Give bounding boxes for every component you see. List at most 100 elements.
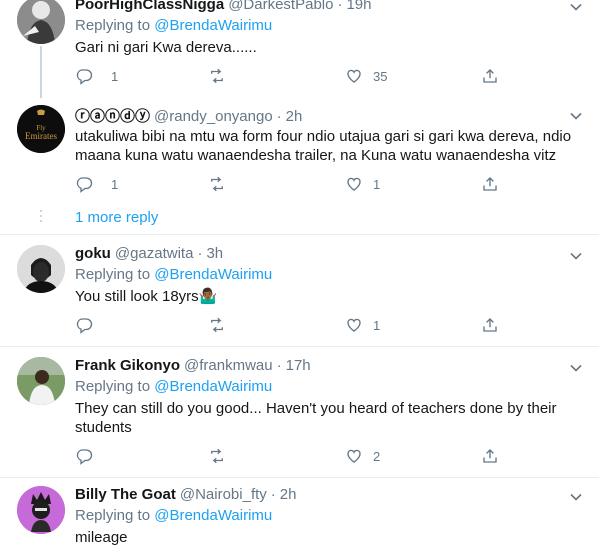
- share-icon: [483, 69, 497, 83]
- separator-dot: ·: [270, 486, 276, 503]
- tweet-darkestpablo[interactable]: PoorHighClassNigga @DarkestPablo · 19h Repl…: [0, 0, 599, 100]
- like-button[interactable]: 35: [345, 66, 387, 86]
- replying-to-label: Replying to: [75, 17, 155, 34]
- mention-link[interactable]: @BrendaWairimu: [154, 507, 272, 524]
- chevron-down-icon[interactable]: [568, 248, 584, 264]
- handle[interactable]: @DarkestPablo: [228, 0, 333, 13]
- reply-button[interactable]: 1: [75, 66, 118, 86]
- handle[interactable]: @frankmwau: [184, 357, 273, 374]
- mention-link[interactable]: @BrendaWairimu: [154, 378, 272, 395]
- handle[interactable]: @Nairobi_fty: [180, 486, 267, 503]
- display-name-text[interactable]: PoorHighClassNigga: [75, 0, 224, 13]
- share-button[interactable]: [481, 66, 499, 86]
- share-button[interactable]: [481, 174, 499, 194]
- reply-icon: [76, 69, 93, 85]
- chevron-down-icon[interactable]: [568, 489, 584, 505]
- heart-icon: [347, 177, 361, 191]
- reply-button[interactable]: [75, 315, 111, 335]
- heart-icon: [347, 449, 361, 463]
- tweet-text: mileage: [75, 529, 128, 546]
- avatar[interactable]: [17, 357, 65, 405]
- retweet-icon: [211, 176, 223, 192]
- tweet-actions: 1 1: [75, 174, 505, 194]
- like-button[interactable]: 1: [345, 174, 380, 194]
- display-name-text[interactable]: goku: [75, 245, 111, 262]
- replying-to: Replying to @BrendaWairimu: [75, 266, 272, 283]
- reply-button[interactable]: 1: [75, 174, 118, 194]
- mention-link[interactable]: @BrendaWairimu: [154, 266, 272, 283]
- timestamp[interactable]: 3h: [206, 245, 223, 262]
- thread-line: [40, 46, 42, 98]
- handle[interactable]: @gazatwita: [115, 245, 194, 262]
- share-icon: [483, 177, 497, 191]
- avatar[interactable]: Fly Emirates: [17, 105, 65, 153]
- like-count: 1: [373, 176, 381, 192]
- like-button[interactable]: 1: [345, 315, 380, 335]
- reply-icon: [76, 177, 93, 193]
- avatar[interactable]: [17, 0, 65, 44]
- heart-icon: [347, 318, 361, 332]
- retweet-button[interactable]: [208, 446, 226, 466]
- timestamp[interactable]: 19h: [346, 0, 371, 13]
- reply-icon: [76, 318, 93, 334]
- separator-dot: ·: [197, 245, 203, 262]
- replying-to: Replying to @BrendaWairimu: [75, 378, 272, 395]
- separator-dot: ·: [276, 108, 282, 125]
- like-button[interactable]: 2: [345, 446, 380, 466]
- chevron-down-icon[interactable]: [568, 360, 584, 376]
- share-button[interactable]: [481, 315, 499, 335]
- reply-icon: [76, 449, 93, 465]
- timestamp[interactable]: 2h: [280, 486, 297, 503]
- display-name[interactable]: PoorHighClassNigga @DarkestPablo · 19h: [75, 0, 372, 13]
- thread-dots: [39, 210, 43, 225]
- tweet-frankmwau[interactable]: Frank Gikonyo @frankmwau · 17h Replying to …: [0, 347, 599, 477]
- handle[interactable]: @randy_onyango: [154, 108, 273, 125]
- tweet-gazatwita[interactable]: goku @gazatwita · 3h Replying to @BrendaWai…: [0, 235, 599, 346]
- reply-count: 1: [111, 176, 119, 192]
- retweet-button[interactable]: [208, 174, 226, 194]
- avatar[interactable]: [17, 486, 65, 534]
- avatar-text-emirates: Emirates: [25, 131, 57, 141]
- timestamp[interactable]: 17h: [286, 357, 311, 374]
- tweet-nairobi-fty[interactable]: Billy The Goat @Nairobi_fty · 2h Replying t…: [0, 478, 599, 556]
- retweet-button[interactable]: [208, 66, 226, 86]
- replying-to-label: Replying to: [75, 266, 155, 283]
- share-button[interactable]: [481, 446, 499, 466]
- replying-to-label: Replying to: [75, 507, 155, 524]
- display-name-text[interactable]: Billy The Goat: [75, 486, 176, 503]
- retweet-icon: [211, 317, 223, 333]
- separator-dot: ·: [337, 0, 343, 13]
- display-name[interactable]: ⓡⓐⓝⓓⓨ @randy_onyango · 2h: [75, 105, 302, 126]
- tweet-randy-onyango[interactable]: Fly Emirates ⓡⓐⓝⓓⓨ @randy_onyango · 2h utak…: [0, 100, 599, 235]
- display-name-text[interactable]: ⓡⓐⓝⓓⓨ: [75, 108, 150, 125]
- replying-to-label: Replying to: [75, 378, 155, 395]
- retweet-button[interactable]: [208, 315, 226, 335]
- chevron-down-icon[interactable]: [568, 0, 584, 15]
- heart-icon: [347, 69, 361, 83]
- display-name[interactable]: goku @gazatwita · 3h: [75, 245, 223, 262]
- retweet-icon: [211, 68, 223, 84]
- tweet-actions: 1 35: [75, 66, 505, 86]
- replying-to: Replying to @BrendaWairimu: [75, 17, 272, 34]
- share-icon: [483, 449, 497, 463]
- avatar[interactable]: [17, 245, 65, 293]
- tweet-actions: 2: [75, 446, 505, 466]
- separator-dot: ·: [276, 357, 282, 374]
- like-count: 35: [373, 68, 388, 84]
- show-more-replies-link[interactable]: 1 more reply: [75, 209, 158, 226]
- reply-button[interactable]: [75, 446, 111, 466]
- display-name[interactable]: Frank Gikonyo @frankmwau · 17h: [75, 357, 311, 374]
- replying-to: Replying to @BrendaWairimu: [75, 507, 272, 524]
- share-icon: [483, 318, 497, 332]
- like-count: 1: [373, 317, 381, 333]
- timestamp[interactable]: 2h: [286, 108, 303, 125]
- tweet-text: Gari ni gari Kwa dereva......: [75, 39, 257, 56]
- mention-link[interactable]: @BrendaWairimu: [154, 17, 272, 34]
- display-name[interactable]: Billy The Goat @Nairobi_fty · 2h: [75, 486, 296, 503]
- reply-count: 1: [111, 68, 119, 84]
- display-name-text[interactable]: Frank Gikonyo: [75, 357, 180, 374]
- tweet-text: You still look 18yrs🤷🏾‍♂️: [75, 288, 218, 305]
- chevron-down-icon[interactable]: [568, 108, 584, 124]
- tweet-actions: 1: [75, 315, 505, 335]
- retweet-icon: [211, 448, 223, 464]
